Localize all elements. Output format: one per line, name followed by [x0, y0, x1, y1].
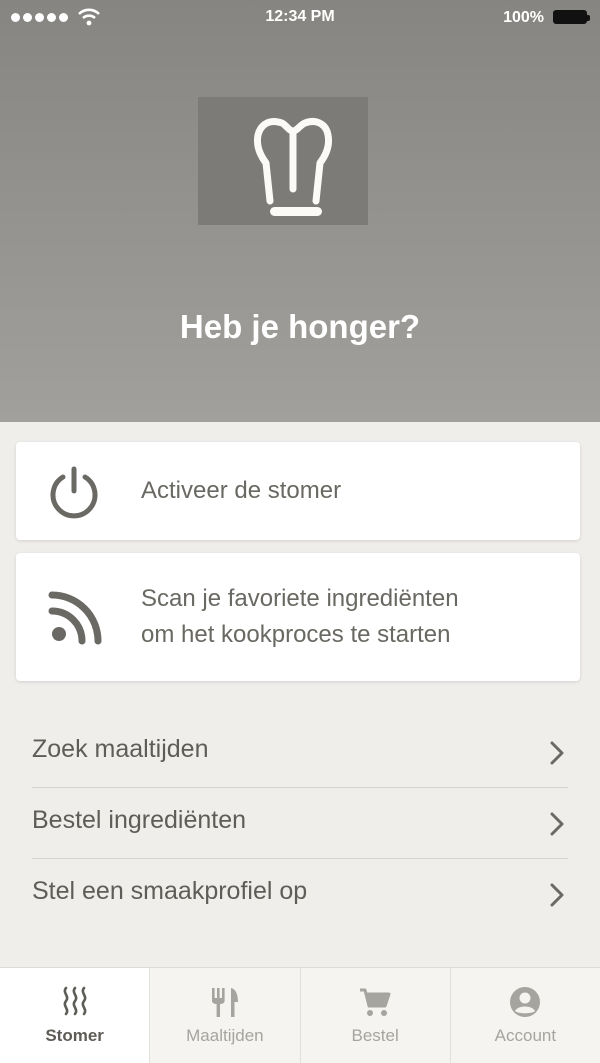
tab-stomer[interactable]: Stomer	[0, 968, 151, 1063]
hero-banner: 12:34 PM 100% Heb je honger?	[0, 0, 600, 422]
menu-item-taste-profile[interactable]: Stel een smaakprofiel op	[32, 859, 568, 929]
tab-maaltijden[interactable]: Maaltijden	[150, 968, 301, 1063]
menu-item-order-ingredients[interactable]: Bestel ingrediënten	[32, 788, 568, 859]
cutlery-icon	[211, 988, 238, 1017]
menu-item-search-meals[interactable]: Zoek maaltijden	[32, 717, 568, 788]
cart-icon	[360, 988, 391, 1016]
account-icon	[510, 987, 541, 1017]
scan-ingredients-label: Scan je favoriete ingrediënten om het ko…	[141, 581, 459, 653]
chef-hat-logo	[198, 97, 368, 225]
tab-bestel[interactable]: Bestel	[301, 968, 451, 1063]
status-bar: 12:34 PM 100%	[0, 0, 600, 36]
battery-icon	[553, 10, 590, 24]
rss-icon	[48, 591, 102, 645]
scan-ingredients-line1: Scan je favoriete ingrediënten	[141, 585, 459, 612]
hero-headline: Heb je honger?	[179, 308, 421, 345]
tab-label: Stomer	[45, 1026, 104, 1045]
tab-label: Bestel	[351, 1026, 399, 1045]
activate-steamer-label: Activeer de stomer	[141, 477, 342, 504]
menu-item-label: Stel een smaakprofiel op	[32, 877, 308, 905]
menu-item-label: Zoek maaltijden	[32, 735, 209, 763]
tab-label: Maaltijden	[186, 1026, 264, 1045]
chevron-right-icon	[550, 741, 564, 765]
battery-percent: 100%	[503, 9, 544, 26]
chevron-right-icon	[550, 812, 564, 836]
scan-ingredients-card[interactable]: Scan je favoriete ingrediënten om het ko…	[16, 553, 580, 681]
menu-list: Zoek maaltijden Bestel ingrediënten Stel…	[32, 717, 568, 929]
tab-account[interactable]: Account	[451, 968, 600, 1063]
tab-label: Account	[494, 1026, 557, 1045]
steam-icon	[63, 986, 87, 1016]
tab-bar: Stomer Maaltijden Bestel Account	[0, 967, 600, 1063]
activate-steamer-card[interactable]: Activeer de stomer	[16, 442, 580, 540]
chevron-right-icon	[550, 883, 564, 907]
scan-ingredients-line2: om het kookproces te starten	[141, 621, 451, 648]
chef-hat-icon	[254, 118, 332, 216]
menu-item-label: Bestel ingrediënten	[32, 806, 247, 834]
power-icon	[50, 466, 98, 519]
